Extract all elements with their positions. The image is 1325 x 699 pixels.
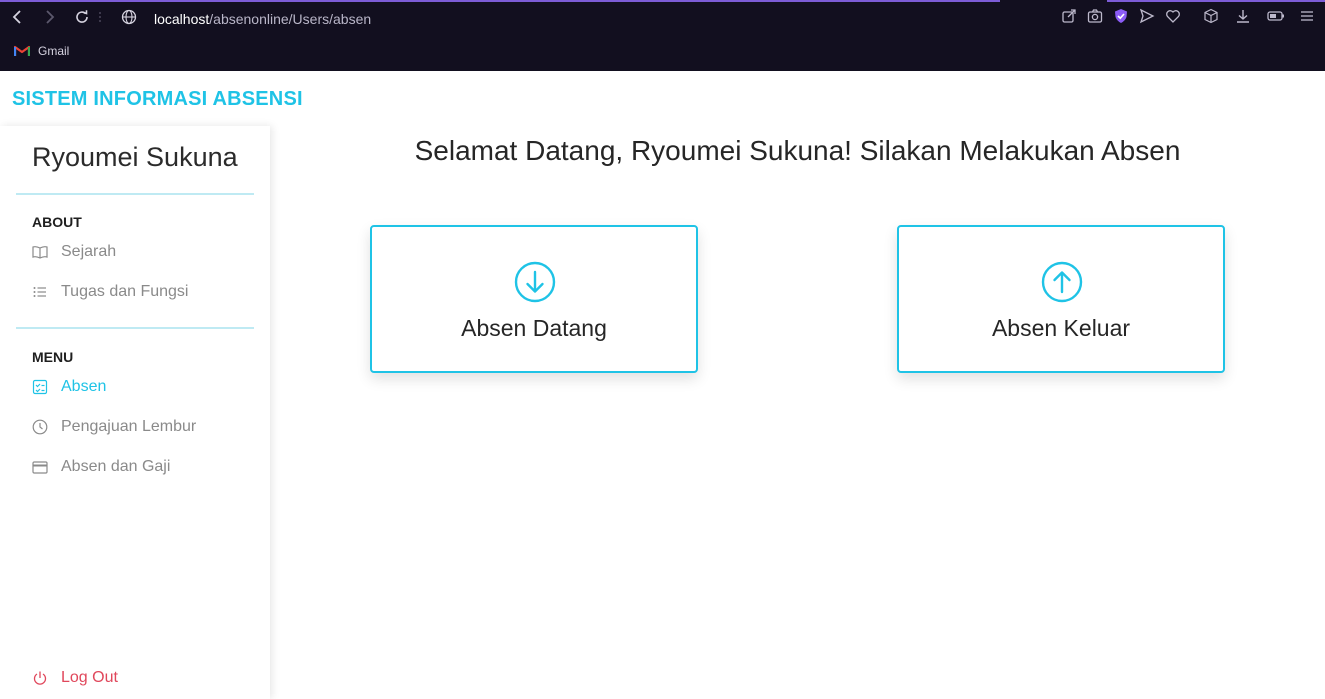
checklist-icon [32, 379, 48, 395]
sidebar-item-label: Pengajuan Lembur [61, 418, 197, 435]
sidebar-item-label: Tugas dan Fungsi [61, 283, 189, 300]
back-button[interactable] [9, 8, 27, 26]
send-icon [1139, 8, 1155, 24]
loading-bar-right [1107, 0, 1325, 2]
sidebar-item-label: Absen [61, 378, 107, 395]
send-button[interactable] [1139, 8, 1155, 24]
back-icon [12, 10, 21, 24]
forward-icon [46, 10, 55, 24]
sidebar-item-tugas-dan-fungsi[interactable]: Tugas dan Fungsi [32, 280, 188, 304]
book-icon [32, 244, 48, 260]
arrow-up-circle-icon [1041, 261, 1083, 303]
section-title-about: ABOUT [32, 214, 82, 230]
camera-icon [1087, 9, 1103, 23]
logout-button[interactable]: Log Out [32, 666, 118, 690]
absen-keluar-card[interactable]: Absen Keluar [897, 225, 1225, 373]
power-icon [32, 670, 48, 686]
site-info-button[interactable] [120, 8, 138, 26]
share-button[interactable] [1061, 8, 1077, 24]
gmail-icon [14, 45, 30, 56]
section-title-menu: MENU [32, 349, 74, 365]
card-icon [32, 459, 48, 475]
sidebar-item-label: Absen dan Gaji [61, 458, 171, 475]
logout-label: Log Out [61, 669, 118, 686]
reload-button[interactable] [73, 8, 91, 26]
list-icon [32, 284, 48, 300]
adblock-button[interactable] [1113, 8, 1129, 24]
forward-button[interactable] [40, 8, 58, 26]
menu-icon [1301, 11, 1313, 21]
favorites-button[interactable] [1165, 8, 1181, 24]
sidebar-item-absen-dan-gaji[interactable]: Absen dan Gaji [32, 455, 170, 479]
url-host: localhost [154, 11, 210, 27]
sidebar-item-label: Sejarah [61, 243, 117, 260]
sidebar-divider [16, 193, 254, 195]
loading-bar [0, 0, 1000, 2]
clock-icon [32, 419, 48, 435]
battery-icon [1267, 11, 1284, 21]
absen-datang-card[interactable]: Absen Datang [370, 225, 698, 373]
sidebar-item-absen[interactable]: Absen [32, 375, 106, 399]
sidebar: Ryoumei Sukuna ABOUT Sejarah Tugas dan F… [0, 126, 270, 699]
share-icon [1062, 9, 1076, 23]
downloads-button[interactable] [1235, 8, 1251, 24]
toolbar-separator-dots [95, 8, 105, 26]
heart-icon [1166, 10, 1180, 23]
welcome-heading: Selamat Datang, Ryoumei Sukuna! Silakan … [414, 135, 1181, 166]
card-label: Absen Keluar [991, 315, 1131, 341]
bookmark-label: Gmail [38, 44, 70, 58]
cube-icon [1204, 8, 1218, 24]
browser-chrome: localhost/absenonline/Users/absen Gmail [0, 0, 1325, 71]
snapshot-button[interactable] [1087, 8, 1103, 24]
address-bar[interactable]: localhost/absenonline/Users/absen [154, 11, 371, 27]
sidebar-item-sejarah[interactable]: Sejarah [32, 240, 116, 264]
bookmark-gmail[interactable]: Gmail [14, 44, 69, 58]
sidebar-item-pengajuan-lembur[interactable]: Pengajuan Lembur [32, 415, 196, 439]
card-label: Absen Datang [461, 315, 607, 341]
bookmarks-bar: Gmail [0, 40, 1325, 66]
app-brand[interactable]: SISTEM INFORMASI ABSENSI [12, 88, 303, 111]
url-path: /absenonline/Users/absen [209, 11, 372, 27]
user-name: Ryoumei Sukuna [32, 142, 238, 172]
page: SISTEM INFORMASI ABSENSI Ryoumei Sukuna … [0, 71, 1325, 699]
menu-button[interactable] [1299, 8, 1315, 24]
reload-icon [76, 10, 88, 23]
arrow-down-circle-icon [514, 261, 556, 303]
shield-icon [1115, 9, 1127, 23]
globe-icon [121, 9, 137, 25]
browser-right-tools [1055, 8, 1325, 26]
battery-saver-button[interactable] [1267, 8, 1284, 24]
extensions-button[interactable] [1203, 8, 1219, 24]
download-icon [1237, 10, 1249, 23]
sidebar-divider [16, 327, 254, 329]
